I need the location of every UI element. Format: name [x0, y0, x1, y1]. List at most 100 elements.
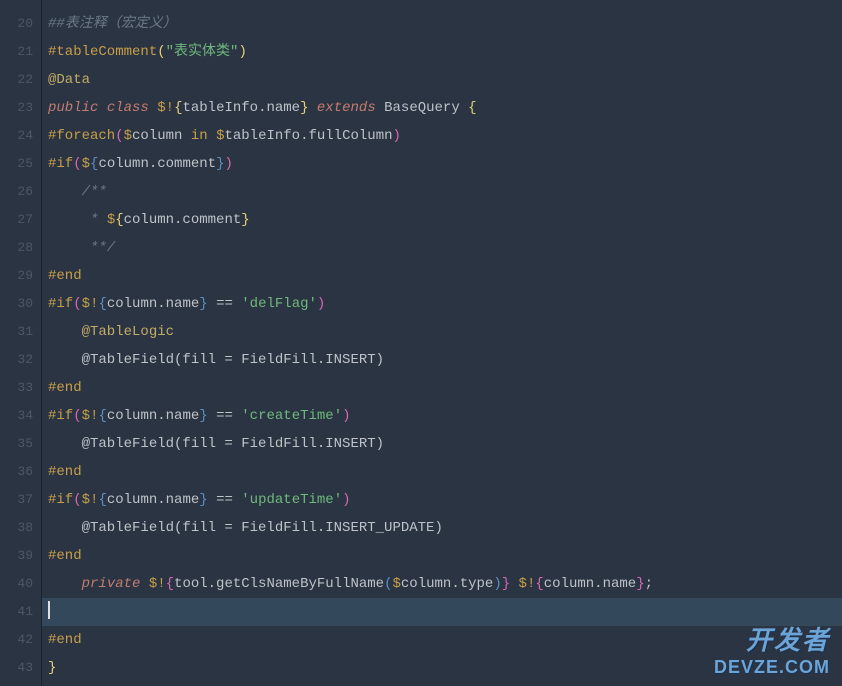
- code-token: #if: [48, 296, 73, 312]
- code-token: public: [48, 100, 98, 116]
- code-token: class: [107, 100, 149, 116]
- code-line[interactable]: **/: [48, 234, 842, 262]
- code-token: ): [317, 296, 325, 312]
- code-line[interactable]: #if(${column.comment}): [48, 150, 842, 178]
- code-token: #end: [48, 632, 82, 648]
- code-line[interactable]: @Data: [48, 66, 842, 94]
- code-token: [510, 576, 518, 592]
- code-token: $: [393, 576, 401, 592]
- code-token: }: [48, 660, 56, 676]
- code-line[interactable]: @TableField(fill = FieldFill.INSERT): [48, 346, 842, 374]
- line-number: 22: [0, 66, 41, 94]
- line-number: 43: [0, 654, 41, 682]
- line-number: 27: [0, 206, 41, 234]
- code-token: extends: [317, 100, 376, 116]
- code-token: {: [115, 212, 123, 228]
- line-number: 30: [0, 290, 41, 318]
- code-token: }: [199, 296, 207, 312]
- code-token: $: [124, 128, 132, 144]
- code-token: $!: [157, 100, 174, 116]
- code-token: $: [107, 212, 115, 228]
- code-line[interactable]: @TableField(fill = FieldFill.INSERT_UPDA…: [48, 514, 842, 542]
- code-token: ): [342, 408, 350, 424]
- code-token: #end: [48, 380, 82, 396]
- code-token: column: [132, 128, 191, 144]
- code-token: $!: [82, 408, 99, 424]
- code-line[interactable]: private $!{tool.getClsNameByFullName($co…: [48, 570, 842, 598]
- code-token: @Data: [48, 72, 90, 88]
- code-line[interactable]: #end: [48, 458, 842, 486]
- code-token: $: [82, 156, 90, 172]
- line-number: 34: [0, 402, 41, 430]
- code-line[interactable]: /**: [48, 178, 842, 206]
- code-line[interactable]: [42, 598, 842, 626]
- code-line[interactable]: * ${column.comment}: [48, 206, 842, 234]
- code-token: 'updateTime': [241, 492, 342, 508]
- code-token: (: [73, 408, 81, 424]
- line-number: 38: [0, 514, 41, 542]
- code-token: $!: [519, 576, 536, 592]
- code-token: column.name: [107, 296, 199, 312]
- line-number: 42: [0, 626, 41, 654]
- code-token: #tableComment: [48, 44, 157, 60]
- code-token: (: [157, 44, 165, 60]
- code-token: }: [199, 408, 207, 424]
- code-line[interactable]: #end: [48, 262, 842, 290]
- line-number: 29: [0, 262, 41, 290]
- line-number: 21: [0, 38, 41, 66]
- code-token: ==: [208, 492, 242, 508]
- code-token: #end: [48, 464, 82, 480]
- code-token: @TableField(fill = FieldFill.INSERT_UPDA…: [48, 520, 443, 536]
- code-line[interactable]: @TableField(fill = FieldFill.INSERT): [48, 430, 842, 458]
- code-token: $!: [82, 492, 99, 508]
- code-line[interactable]: #end: [48, 626, 842, 654]
- code-token: BaseQuery: [376, 100, 468, 116]
- code-line[interactable]: #if($!{column.name} == 'updateTime'): [48, 486, 842, 514]
- code-token: ): [342, 492, 350, 508]
- code-token: #if: [48, 408, 73, 424]
- code-token: ==: [208, 408, 242, 424]
- code-token: (: [384, 576, 392, 592]
- code-token: column.comment: [124, 212, 242, 228]
- code-line[interactable]: #tableComment("表实体类"): [48, 38, 842, 66]
- code-token: 'delFlag': [241, 296, 317, 312]
- code-line[interactable]: #foreach($column in $tableInfo.fullColum…: [48, 122, 842, 150]
- code-token: @TableField(fill = FieldFill.INSERT): [48, 436, 384, 452]
- code-line[interactable]: public class $!{tableInfo.name} extends …: [48, 94, 842, 122]
- code-editor[interactable]: 2021222324252627282930313233343536373839…: [0, 0, 842, 686]
- code-line[interactable]: }: [48, 654, 842, 682]
- code-line[interactable]: #end: [48, 542, 842, 570]
- code-token: #end: [48, 548, 82, 564]
- code-token: (: [115, 128, 123, 144]
- code-token: {: [535, 576, 543, 592]
- code-token: (: [73, 156, 81, 172]
- code-line[interactable]: @TableLogic: [48, 318, 842, 346]
- line-number: 24: [0, 122, 41, 150]
- code-token: [98, 100, 106, 116]
- code-line[interactable]: ##表注释（宏定义）: [48, 10, 842, 38]
- code-line[interactable]: #if($!{column.name} == 'createTime'): [48, 402, 842, 430]
- code-token: column.name: [107, 492, 199, 508]
- line-number: 40: [0, 570, 41, 598]
- code-token: @TableField(fill = FieldFill.INSERT): [48, 352, 384, 368]
- code-line[interactable]: #if($!{column.name} == 'delFlag'): [48, 290, 842, 318]
- code-token: [140, 576, 148, 592]
- code-token: $!: [149, 576, 166, 592]
- line-number: 41: [0, 598, 41, 626]
- line-number: 31: [0, 318, 41, 346]
- line-number: 37: [0, 486, 41, 514]
- code-token: {: [98, 296, 106, 312]
- code-token: {: [98, 408, 106, 424]
- code-content-area[interactable]: ##表注释（宏定义） #tableComment("表实体类") @Data publ…: [42, 0, 842, 686]
- line-number: 33: [0, 374, 41, 402]
- code-token: [48, 576, 82, 592]
- code-token: tableInfo.fullColumn: [224, 128, 392, 144]
- code-token: ##表注释（宏定义）: [48, 16, 177, 32]
- code-token: [309, 100, 317, 116]
- code-token: $!: [82, 296, 99, 312]
- code-token: **/: [48, 240, 115, 256]
- code-token: #if: [48, 492, 73, 508]
- code-token: column.type: [401, 576, 493, 592]
- code-token: #foreach: [48, 128, 115, 144]
- code-line[interactable]: #end: [48, 374, 842, 402]
